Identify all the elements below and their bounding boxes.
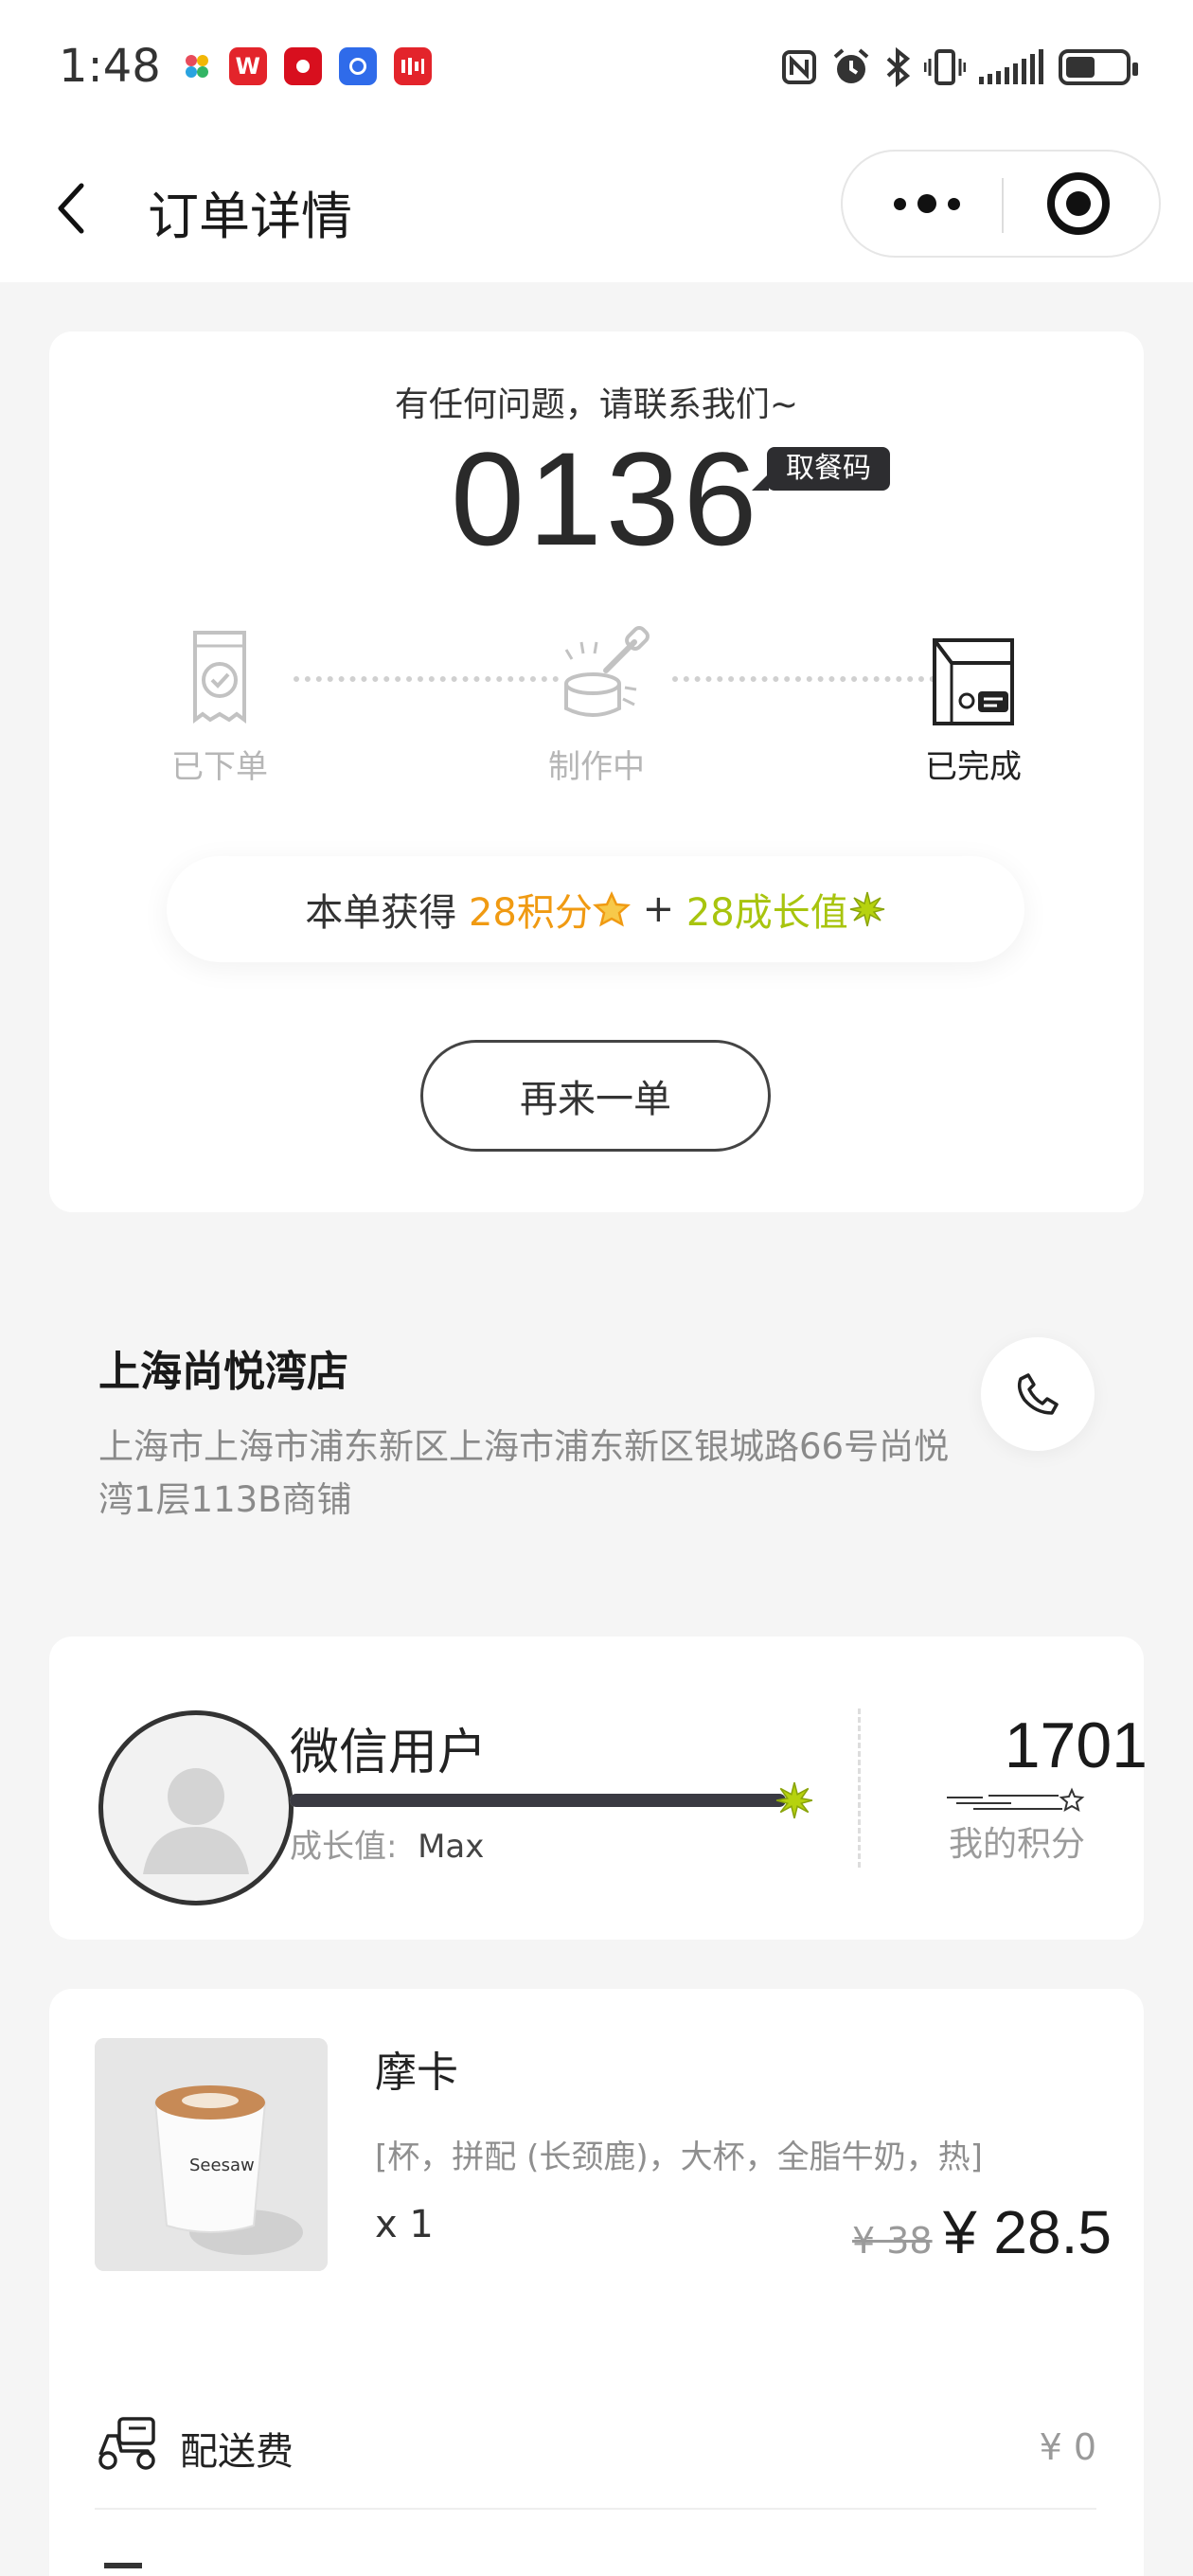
more-dot-icon xyxy=(894,197,906,210)
sparkle-icon xyxy=(849,891,884,927)
status-bar: 1:48 W xyxy=(0,0,1193,133)
status-time: 1:48 xyxy=(59,40,161,93)
svg-text:Seesaw: Seesaw xyxy=(189,2156,255,2175)
step-making-label: 制作中 xyxy=(548,748,645,786)
step-ordered-label: 已下单 xyxy=(171,748,268,786)
more-dot-icon xyxy=(917,194,936,213)
points-plus: + xyxy=(642,887,675,931)
original-price: ¥ 38 xyxy=(852,2220,933,2262)
signal-icon xyxy=(979,49,1043,84)
growth-value: Max xyxy=(418,1828,485,1866)
call-store-button[interactable] xyxy=(981,1337,1095,1451)
product-image: Seesaw xyxy=(95,2038,328,2271)
growth-progress-bar xyxy=(290,1794,786,1807)
chevron-left-icon xyxy=(58,183,84,234)
order-items-card: Seesaw 摩卡 [杯，拼配 (长颈鹿)，大杯，全脂牛奶，热] x 1 ¥ 3… xyxy=(49,1989,1144,2576)
delivery-fee-row: 配送费 ¥ 0 xyxy=(95,2406,1096,2510)
capsule-divider xyxy=(1002,178,1004,233)
step-completed-label: 已完成 xyxy=(925,748,1022,786)
store-address: 上海市上海市浦东新区上海市浦东新区银城路66号尚悦湾1层113B商铺 xyxy=(98,1426,950,1520)
system-status-icons xyxy=(780,47,1138,87)
avatar[interactable] xyxy=(98,1710,294,1905)
growth-label: 成长值: Max xyxy=(290,1820,484,1867)
receipt-check-icon xyxy=(193,631,246,724)
step-ordered: 已下单 xyxy=(125,625,314,787)
member-divider xyxy=(858,1708,861,1868)
next-row-icon xyxy=(104,2563,142,2568)
current-price: ¥ 28.5 xyxy=(943,2198,1112,2266)
coffee-cup-image: Seesaw xyxy=(95,2038,328,2271)
growth-progress-fill xyxy=(290,1794,786,1807)
battery-icon xyxy=(1059,49,1138,85)
product-quantity: x 1 xyxy=(375,2203,434,2246)
points-star-decoration xyxy=(947,1787,1085,1813)
navigation-bar: 订单详情 xyxy=(0,133,1193,282)
bluetooth-icon xyxy=(886,47,911,87)
growth-label-text: 成长值: xyxy=(290,1828,398,1866)
notification-icons: W xyxy=(182,47,432,85)
product-spec: [杯，拼配 (长颈鹿)，大杯，全脂牛奶，热] xyxy=(375,2138,983,2176)
step-making: 制作中 xyxy=(502,625,691,787)
more-options-button[interactable] xyxy=(865,152,988,256)
back-button[interactable] xyxy=(44,169,100,244)
reorder-button[interactable]: 再来一单 xyxy=(420,1040,771,1152)
delivery-scooter-icon xyxy=(98,2417,155,2470)
sparkle-icon xyxy=(775,1781,813,1819)
page-title: 订单详情 xyxy=(148,187,352,246)
phone-icon xyxy=(1017,1373,1059,1415)
red-app-icon xyxy=(393,47,432,85)
close-mini-program-button[interactable] xyxy=(1047,172,1110,235)
star-icon xyxy=(592,890,631,927)
blue-app-icon xyxy=(338,47,377,85)
contact-text: 有任何问题，请联系我们~ xyxy=(394,385,799,424)
order-status-card: 有任何问题，请联系我们~ 0136 取餐码 已下单 制作中 已完成 本单获得 2… xyxy=(49,331,1144,1212)
product-name: 摩卡 xyxy=(375,2048,458,2097)
points-prefix: 本单获得 xyxy=(305,891,457,935)
mini-program-capsule xyxy=(841,150,1161,258)
more-dot-icon xyxy=(948,197,960,210)
delivery-fee-value: ¥ 0 xyxy=(1039,2426,1096,2468)
store-name: 上海尚悦湾店 xyxy=(98,1348,348,1396)
user-placeholder-icon xyxy=(143,1768,249,1874)
growth-earned: 28成长值 xyxy=(686,891,848,935)
member-card: 微信用户 成长值: Max 1701 我的积分 xyxy=(49,1637,1148,1940)
points-balance[interactable]: 1701 xyxy=(958,1708,1148,1782)
alarm-icon xyxy=(833,48,869,83)
points-earned-banner: 本单获得 28积分 + 28成长值 xyxy=(167,856,1024,962)
colorful-app-icon xyxy=(182,47,212,85)
coffee-making-icon xyxy=(564,626,650,717)
vibrate-icon xyxy=(924,49,966,85)
pickup-code-tag: 取餐码 xyxy=(752,447,890,491)
points-label: 我的积分 xyxy=(949,1825,1086,1864)
user-name: 微信用户 xyxy=(290,1725,488,1781)
delivery-fee-label: 配送费 xyxy=(180,2430,294,2474)
step-completed: 已完成 xyxy=(879,625,1068,787)
red-record-icon xyxy=(283,47,322,85)
takeaway-bag-icon xyxy=(933,638,1014,725)
wps-icon: W xyxy=(228,47,267,85)
pickup-code: 0136 xyxy=(451,424,761,573)
nfc-icon xyxy=(782,50,816,84)
points-earned: 28积分 xyxy=(468,891,593,935)
